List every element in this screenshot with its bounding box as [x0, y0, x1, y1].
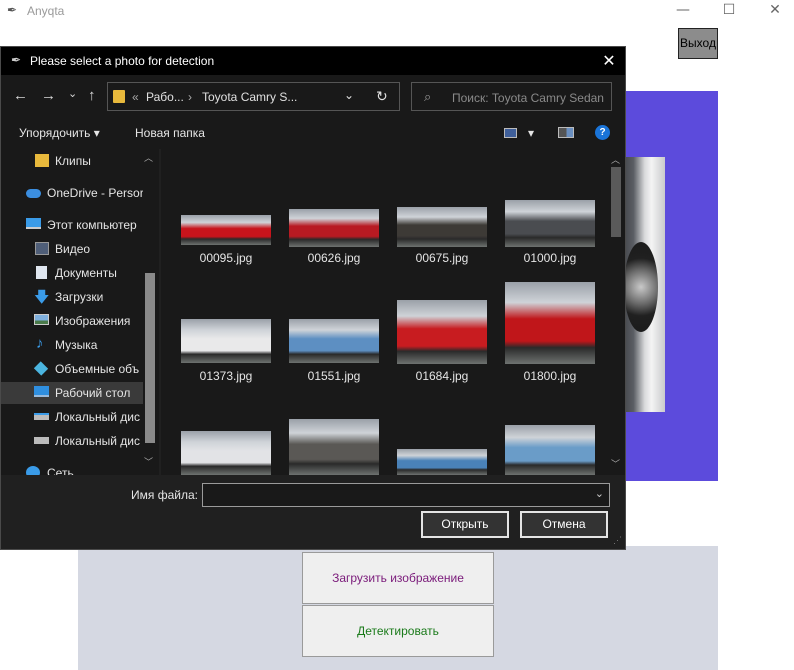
help-icon[interactable]: ? — [595, 125, 610, 140]
drive-icon — [34, 413, 49, 420]
address-dropdown-icon[interactable]: ⌄ — [344, 88, 354, 102]
recent-locations-icon[interactable]: ⌄ — [68, 87, 77, 100]
sidebar-item-music[interactable]: ♪ Музыка — [1, 334, 143, 356]
breadcrumb-desktop[interactable]: Рабо... — [146, 90, 184, 104]
cancel-button[interactable]: Отмена — [520, 511, 608, 538]
exit-button[interactable]: Выход — [678, 28, 718, 59]
feather-icon: ✒ — [7, 3, 18, 17]
file-open-dialog: ✒ Please select a photo for detection ✕ … — [0, 46, 626, 550]
scroll-up-icon[interactable]: ︿ — [611, 153, 620, 166]
drive-icon — [34, 437, 49, 444]
cloud-icon — [26, 189, 41, 198]
scroll-down-icon[interactable]: ﹀ — [144, 455, 153, 468]
address-bar[interactable]: « Рабо... › Toyota Camry S... ⌄ ↻ — [107, 82, 400, 111]
file-name: 01373.jpg — [199, 369, 253, 383]
filename-label: Имя файла: — [131, 488, 198, 502]
car-thumbnail-image — [289, 319, 379, 363]
chevron-down-icon[interactable]: ⌄ — [595, 487, 604, 500]
pictures-icon — [34, 314, 49, 325]
sidebar-item-network[interactable]: Сеть — [1, 462, 143, 475]
search-input[interactable]: ⌕ Поиск: Toyota Camry Sedan — [411, 82, 612, 111]
new-folder-button[interactable]: Новая папка — [135, 126, 205, 140]
up-icon[interactable]: ↑ — [88, 87, 96, 104]
3d-objects-icon — [33, 361, 49, 376]
file-name: 01800.jpg — [523, 369, 577, 383]
car-thumbnail-image — [181, 319, 271, 363]
preview-pane-icon[interactable] — [558, 127, 574, 141]
car-thumbnail-image — [505, 200, 595, 247]
scroll-down-icon[interactable]: ﹀ — [611, 457, 620, 470]
sidebar-scroll-thumb[interactable] — [145, 273, 155, 443]
feather-icon: ✒ — [11, 53, 22, 67]
open-button[interactable]: Открыть — [421, 511, 509, 538]
network-icon — [26, 466, 40, 475]
file-name: 00675.jpg — [415, 251, 469, 265]
sidebar-item-3d-objects[interactable]: Объемные объ — [1, 358, 143, 380]
sidebar-item-pictures[interactable]: Изображения — [1, 310, 143, 332]
file-name: 01551.jpg — [307, 369, 361, 383]
car-thumbnail-image — [505, 425, 595, 475]
navigation-bar: ← → ⌄ ↑ « Рабо... › Toyota Camry S... ⌄ … — [1, 75, 625, 117]
car-thumbnail-image — [181, 431, 271, 475]
filename-input[interactable]: ⌄ — [202, 483, 610, 507]
navigation-pane: Клипы OneDrive - Persor Этот компьютер В… — [1, 149, 159, 475]
organize-menu[interactable]: Упорядочить ▾ — [19, 126, 100, 140]
app-title: Anyqta — [27, 4, 65, 18]
car-thumbnail-image — [397, 207, 487, 247]
file-scroll-thumb[interactable] — [611, 167, 621, 237]
refresh-icon[interactable]: ↻ — [376, 88, 388, 105]
breadcrumb-folder[interactable]: Toyota Camry S... — [202, 90, 297, 104]
minimize-button[interactable]: — — [660, 0, 706, 22]
view-dropdown-icon[interactable]: ▾ — [528, 126, 534, 140]
music-icon: ♪ — [36, 335, 44, 352]
resize-grip-icon[interactable]: ⋰ — [613, 535, 622, 546]
file-list: 00095.jpg 00626.jpg 00675.jpg 01000.jpg 0137… — [161, 149, 607, 475]
dialog-close-button[interactable]: ✕ — [599, 51, 619, 71]
car-thumbnail-image — [397, 449, 487, 475]
file-name: 01000.jpg — [523, 251, 577, 265]
dialog-toolbar: Упорядочить ▾ Новая папка ▾ ? — [1, 117, 625, 149]
folder-icon — [113, 90, 125, 103]
car-thumbnail-image — [289, 209, 379, 247]
sidebar-item-clips[interactable]: Клипы — [1, 150, 143, 172]
car-thumbnail-image — [505, 282, 595, 364]
computer-icon — [26, 218, 41, 229]
sidebar-item-downloads[interactable]: 🡇 Загрузки — [1, 286, 143, 308]
car-thumbnail-image — [289, 419, 379, 475]
dialog-footer: Имя файла: ⌄ Открыть Отмена ⋰ — [1, 475, 625, 549]
scroll-up-icon[interactable]: ︿ — [144, 151, 153, 164]
dialog-title: Please select a photo for detection — [30, 54, 215, 68]
sidebar-item-onedrive[interactable]: OneDrive - Persor — [1, 182, 143, 204]
sidebar-item-local-disk-1[interactable]: Локальный дис — [1, 406, 143, 428]
sidebar-item-local-disk-2[interactable]: Локальный дис — [1, 430, 143, 452]
file-list-scrollbar[interactable]: ︿ ﹀ — [607, 149, 625, 475]
search-icon: ⌕ — [424, 89, 432, 104]
sidebar-item-documents[interactable]: Документы — [1, 262, 143, 284]
sidebar-item-videos[interactable]: Видео — [1, 238, 143, 260]
download-icon: 🡇 — [34, 289, 50, 306]
app-titlebar: ✒ Anyqta — ☐ ✕ — [0, 0, 794, 22]
file-name: 00095.jpg — [199, 251, 253, 265]
folder-icon — [35, 154, 49, 167]
sidebar-scrollbar[interactable]: ︿ ﹀ — [143, 149, 157, 475]
file-name: 00626.jpg — [307, 251, 361, 265]
sidebar-item-this-pc[interactable]: Этот компьютер — [1, 214, 143, 236]
desktop-icon — [34, 386, 49, 397]
car-preview-image — [620, 157, 665, 412]
dialog-titlebar: ✒ Please select a photo for detection ✕ — [1, 47, 625, 75]
app-close-button[interactable]: ✕ — [752, 0, 794, 22]
forward-icon[interactable]: → — [41, 87, 56, 104]
file-name: 01684.jpg — [415, 369, 469, 383]
maximize-button[interactable]: ☐ — [706, 0, 752, 22]
car-thumbnail-image — [397, 300, 487, 364]
car-thumbnail-image — [181, 215, 271, 245]
video-icon — [35, 242, 49, 255]
load-image-button[interactable]: Загрузить изображение — [302, 552, 494, 604]
document-icon — [36, 266, 47, 279]
back-icon[interactable]: ← — [13, 87, 28, 104]
sidebar-item-desktop[interactable]: Рабочий стол — [1, 382, 143, 404]
view-options-icon[interactable] — [504, 127, 517, 141]
detect-button[interactable]: Детектировать — [302, 605, 494, 657]
